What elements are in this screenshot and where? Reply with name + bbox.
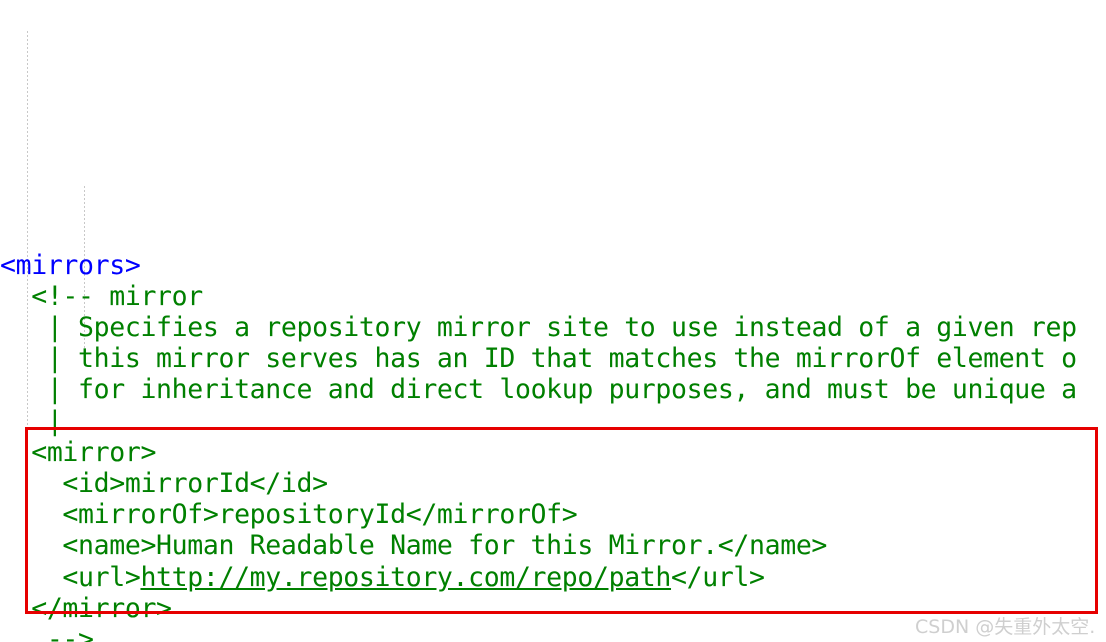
token-comment: <name>Human Readable Name for this Mirro… [62, 530, 828, 562]
token-tag: <mirrors> [0, 249, 141, 281]
code-line-6[interactable]: | [0, 406, 1106, 437]
token-comment: | for inheritance and direct lookup purp… [46, 374, 1077, 406]
token-comment: </mirror> [31, 592, 172, 624]
token-comment: <url> [62, 561, 141, 593]
token-comment: <mirror> [31, 436, 157, 468]
code-line-3[interactable]: | Specifies a repository mirror site to … [0, 312, 1106, 343]
token-comment: <id>mirrorId</id> [62, 467, 328, 499]
code-line-2[interactable]: <!-- mirror [0, 281, 1106, 312]
token-comment: </url> [671, 561, 765, 593]
token-link-c[interactable]: http://my.repository.com/repo/path [140, 562, 671, 593]
code-line-5[interactable]: | for inheritance and direct lookup purp… [0, 374, 1106, 405]
code-line-4[interactable]: | this mirror serves has an ID that matc… [0, 343, 1106, 374]
token-comment: --> [46, 623, 94, 642]
code-line-9[interactable]: <mirrorOf>repositoryId</mirrorOf> [0, 499, 1106, 530]
code-line-8[interactable]: <id>mirrorId</id> [0, 468, 1106, 499]
token-comment: | Specifies a repository mirror site to … [46, 312, 1077, 343]
code-lines: <mirrors> <!-- mirror | Specifies a repo… [0, 250, 1106, 642]
token-comment: | [46, 405, 63, 437]
token-comment: <!-- mirror [31, 280, 203, 312]
token-comment: | this mirror serves has an ID that matc… [46, 343, 1077, 375]
csdn-watermark: CSDN @失重外太空. [915, 616, 1096, 638]
code-line-1[interactable]: <mirrors> [0, 250, 1106, 281]
code-line-7[interactable]: <mirror> [0, 437, 1106, 468]
token-comment: <mirrorOf>repositoryId</mirrorOf> [62, 499, 578, 531]
xml-code-viewer[interactable]: <mirrors> <!-- mirror | Specifies a repo… [0, 0, 1106, 642]
code-line-11[interactable]: <url>http://my.repository.com/repo/path<… [0, 562, 1106, 593]
code-line-10[interactable]: <name>Human Readable Name for this Mirro… [0, 530, 1106, 561]
